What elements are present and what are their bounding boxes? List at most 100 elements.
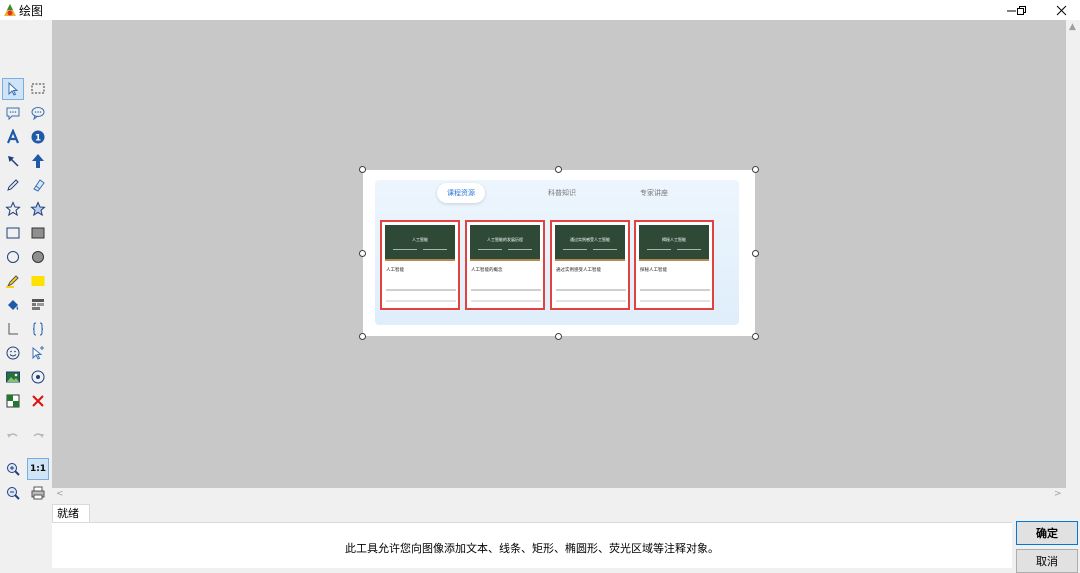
color-picker-icon bbox=[6, 394, 20, 408]
card-description bbox=[386, 289, 456, 291]
eraser-button[interactable] bbox=[27, 174, 49, 196]
card-meta bbox=[640, 300, 710, 302]
braces-icon bbox=[32, 322, 44, 336]
select-arrow-icon bbox=[8, 81, 19, 96]
info-number-button[interactable]: 1 bbox=[27, 126, 49, 148]
board-line bbox=[647, 249, 671, 250]
star-outline-button[interactable] bbox=[2, 198, 24, 220]
resize-handle-bottom-right[interactable] bbox=[752, 333, 759, 340]
resize-handle-bottom[interactable] bbox=[555, 333, 562, 340]
rectangle-filled-button[interactable] bbox=[27, 222, 49, 244]
course-card: 通过实例感受人工智能 通过实例感受人工智能 bbox=[550, 220, 630, 310]
resize-handle-right[interactable] bbox=[752, 250, 759, 257]
mosaic-button[interactable] bbox=[27, 294, 49, 316]
eraser-icon bbox=[33, 179, 45, 192]
cancel-button[interactable]: 取消 bbox=[1016, 549, 1078, 573]
ellipse-filled-icon bbox=[32, 251, 44, 263]
ellipse-filled-button[interactable] bbox=[27, 246, 49, 268]
undo-icon bbox=[7, 433, 18, 438]
scroll-up-icon[interactable]: ▲ bbox=[1069, 22, 1076, 32]
title-bar: 绘图 bbox=[0, 0, 1080, 20]
ellipse-outline-icon bbox=[7, 251, 19, 263]
annotated-image[interactable]: 课程资源 科普知识 专家讲座 人工智能 人工智能 人工智能的发展历程 人工智能的… bbox=[363, 170, 755, 336]
emoji-button[interactable] bbox=[2, 342, 24, 364]
tab-course-resources: 课程资源 bbox=[437, 183, 485, 203]
arrow-bold-icon bbox=[32, 154, 44, 168]
close-icon bbox=[1056, 5, 1066, 15]
magnifier-spot-button[interactable] bbox=[27, 366, 49, 388]
app-paint-icon bbox=[4, 4, 16, 16]
drawing-toolbar: 1 1:1 bbox=[0, 20, 52, 568]
select-tool-button[interactable] bbox=[2, 78, 24, 100]
drawing-canvas[interactable]: 课程资源 科普知识 专家讲座 人工智能 人工智能 人工智能的发展历程 人工智能的… bbox=[52, 20, 1066, 488]
tab-ready[interactable]: 就绪 bbox=[52, 504, 90, 524]
text-button[interactable] bbox=[2, 126, 24, 148]
card-description bbox=[556, 289, 626, 291]
redo-icon bbox=[33, 433, 44, 438]
course-card: 人工智能 人工智能 bbox=[380, 220, 460, 310]
tab-science-knowledge: 科普知识 bbox=[548, 189, 576, 197]
zoom-one-to-one-button[interactable]: 1:1 bbox=[27, 458, 49, 480]
pencil-button[interactable] bbox=[2, 174, 24, 196]
cursor-plus-button[interactable] bbox=[27, 342, 49, 364]
resize-handle-bottom-left[interactable] bbox=[359, 333, 366, 340]
board-line bbox=[423, 249, 447, 250]
ok-button[interactable]: 确定 bbox=[1016, 521, 1078, 545]
help-message: 此工具允许您向图像添加文本、线条、矩形、椭圆形、荧光区域等注释对象。 bbox=[345, 542, 719, 555]
magnifier-spot-icon bbox=[31, 370, 45, 384]
scroll-right-icon[interactable]: > bbox=[1054, 489, 1062, 499]
pencil-icon bbox=[7, 179, 19, 191]
card-description bbox=[471, 289, 541, 291]
delete-button[interactable] bbox=[27, 390, 49, 412]
rect-callout-icon bbox=[6, 107, 20, 121]
color-picker-button[interactable] bbox=[2, 390, 24, 412]
ellipse-outline-button[interactable] bbox=[2, 246, 24, 268]
chalkboard-thumbnail: 揭秘人工智能 bbox=[639, 225, 709, 261]
card-title: 人工智能 bbox=[386, 268, 404, 273]
horizontal-scrollbar[interactable]: < > bbox=[52, 488, 1066, 502]
redo-button[interactable] bbox=[27, 426, 49, 448]
rect-callout-button[interactable] bbox=[2, 102, 24, 124]
vertical-scrollbar[interactable]: ▲ bbox=[1066, 20, 1080, 488]
rectangle-filled-icon bbox=[31, 227, 45, 239]
zoom-in-button[interactable] bbox=[2, 458, 24, 480]
highlighter-icon bbox=[6, 275, 19, 288]
card-title: 人工智能的概念 bbox=[471, 268, 503, 273]
resize-handle-top-right[interactable] bbox=[752, 166, 759, 173]
fill-bucket-icon bbox=[8, 300, 19, 310]
svg-text:1: 1 bbox=[35, 134, 41, 144]
resize-handle-top[interactable] bbox=[555, 166, 562, 173]
rectangle-outline-button[interactable] bbox=[2, 222, 24, 244]
resize-handle-top-left[interactable] bbox=[359, 166, 366, 173]
line-angle-button[interactable] bbox=[2, 318, 24, 340]
image-button[interactable] bbox=[2, 366, 24, 388]
resize-handle-left[interactable] bbox=[359, 250, 366, 257]
undo-button[interactable] bbox=[2, 426, 24, 448]
highlight-rect-button[interactable] bbox=[27, 270, 49, 292]
message-panel: 此工具允许您向图像添加文本、线条、矩形、椭圆形、荧光区域等注释对象。 bbox=[52, 522, 1012, 568]
rectangle-select-button[interactable] bbox=[27, 78, 49, 100]
mosaic-icon bbox=[32, 299, 44, 310]
status-tab-strip: 就绪 bbox=[52, 502, 1012, 524]
board-title: 人工智能的发展历程 bbox=[487, 237, 523, 242]
tab-expert-lectures: 专家讲座 bbox=[640, 189, 668, 197]
board-line bbox=[677, 249, 701, 250]
braces-button[interactable] bbox=[27, 318, 49, 340]
star-filled-button[interactable] bbox=[27, 198, 49, 220]
fill-bucket-button[interactable] bbox=[2, 294, 24, 316]
arrow-bold-button[interactable] bbox=[27, 150, 49, 172]
card-title: 通过实例感受人工智能 bbox=[556, 268, 601, 273]
rectangle-select-icon bbox=[31, 83, 45, 94]
round-callout-button[interactable] bbox=[27, 102, 49, 124]
arrow-thin-button[interactable] bbox=[2, 150, 24, 172]
board-line bbox=[563, 249, 587, 250]
board-line bbox=[478, 249, 502, 250]
highlight-rect-icon bbox=[31, 276, 45, 286]
highlighter-button[interactable] bbox=[2, 270, 24, 292]
scroll-left-icon[interactable]: < bbox=[56, 489, 64, 499]
zoom-out-button[interactable] bbox=[2, 482, 24, 504]
zoom-in-icon bbox=[7, 463, 20, 476]
print-icon bbox=[31, 486, 45, 500]
print-button[interactable] bbox=[27, 482, 49, 504]
close-button[interactable] bbox=[1038, 0, 1080, 20]
